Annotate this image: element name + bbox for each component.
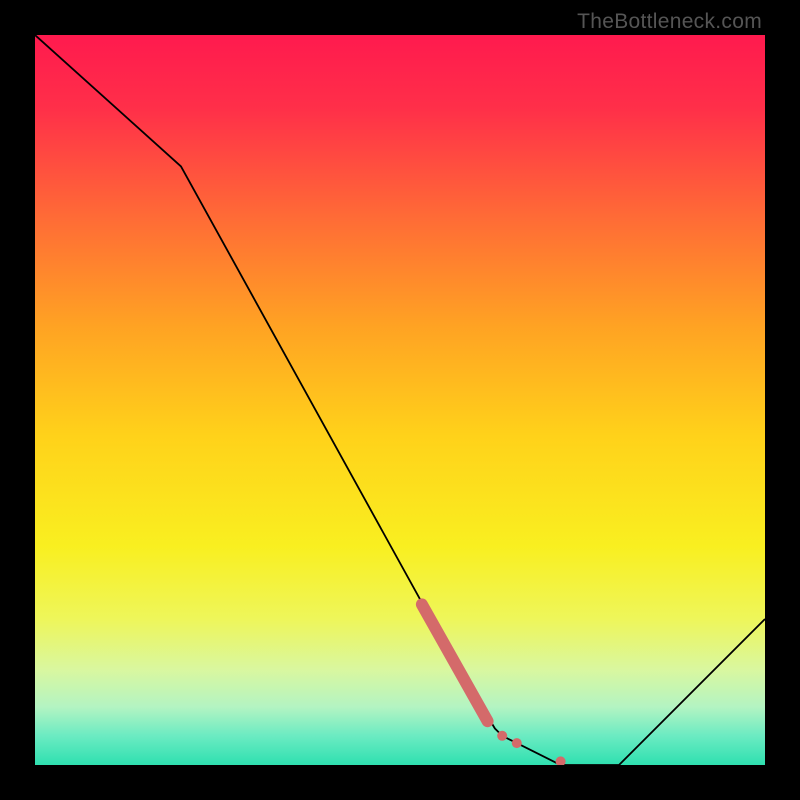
plot-area (35, 35, 765, 765)
gradient-background (35, 35, 765, 765)
highlight-dot (512, 738, 522, 748)
watermark-text: TheBottleneck.com (577, 10, 762, 34)
highlight-dot (497, 731, 507, 741)
chart-frame: TheBottleneck.com (0, 0, 800, 800)
bottleneck-curve-chart (35, 35, 765, 765)
